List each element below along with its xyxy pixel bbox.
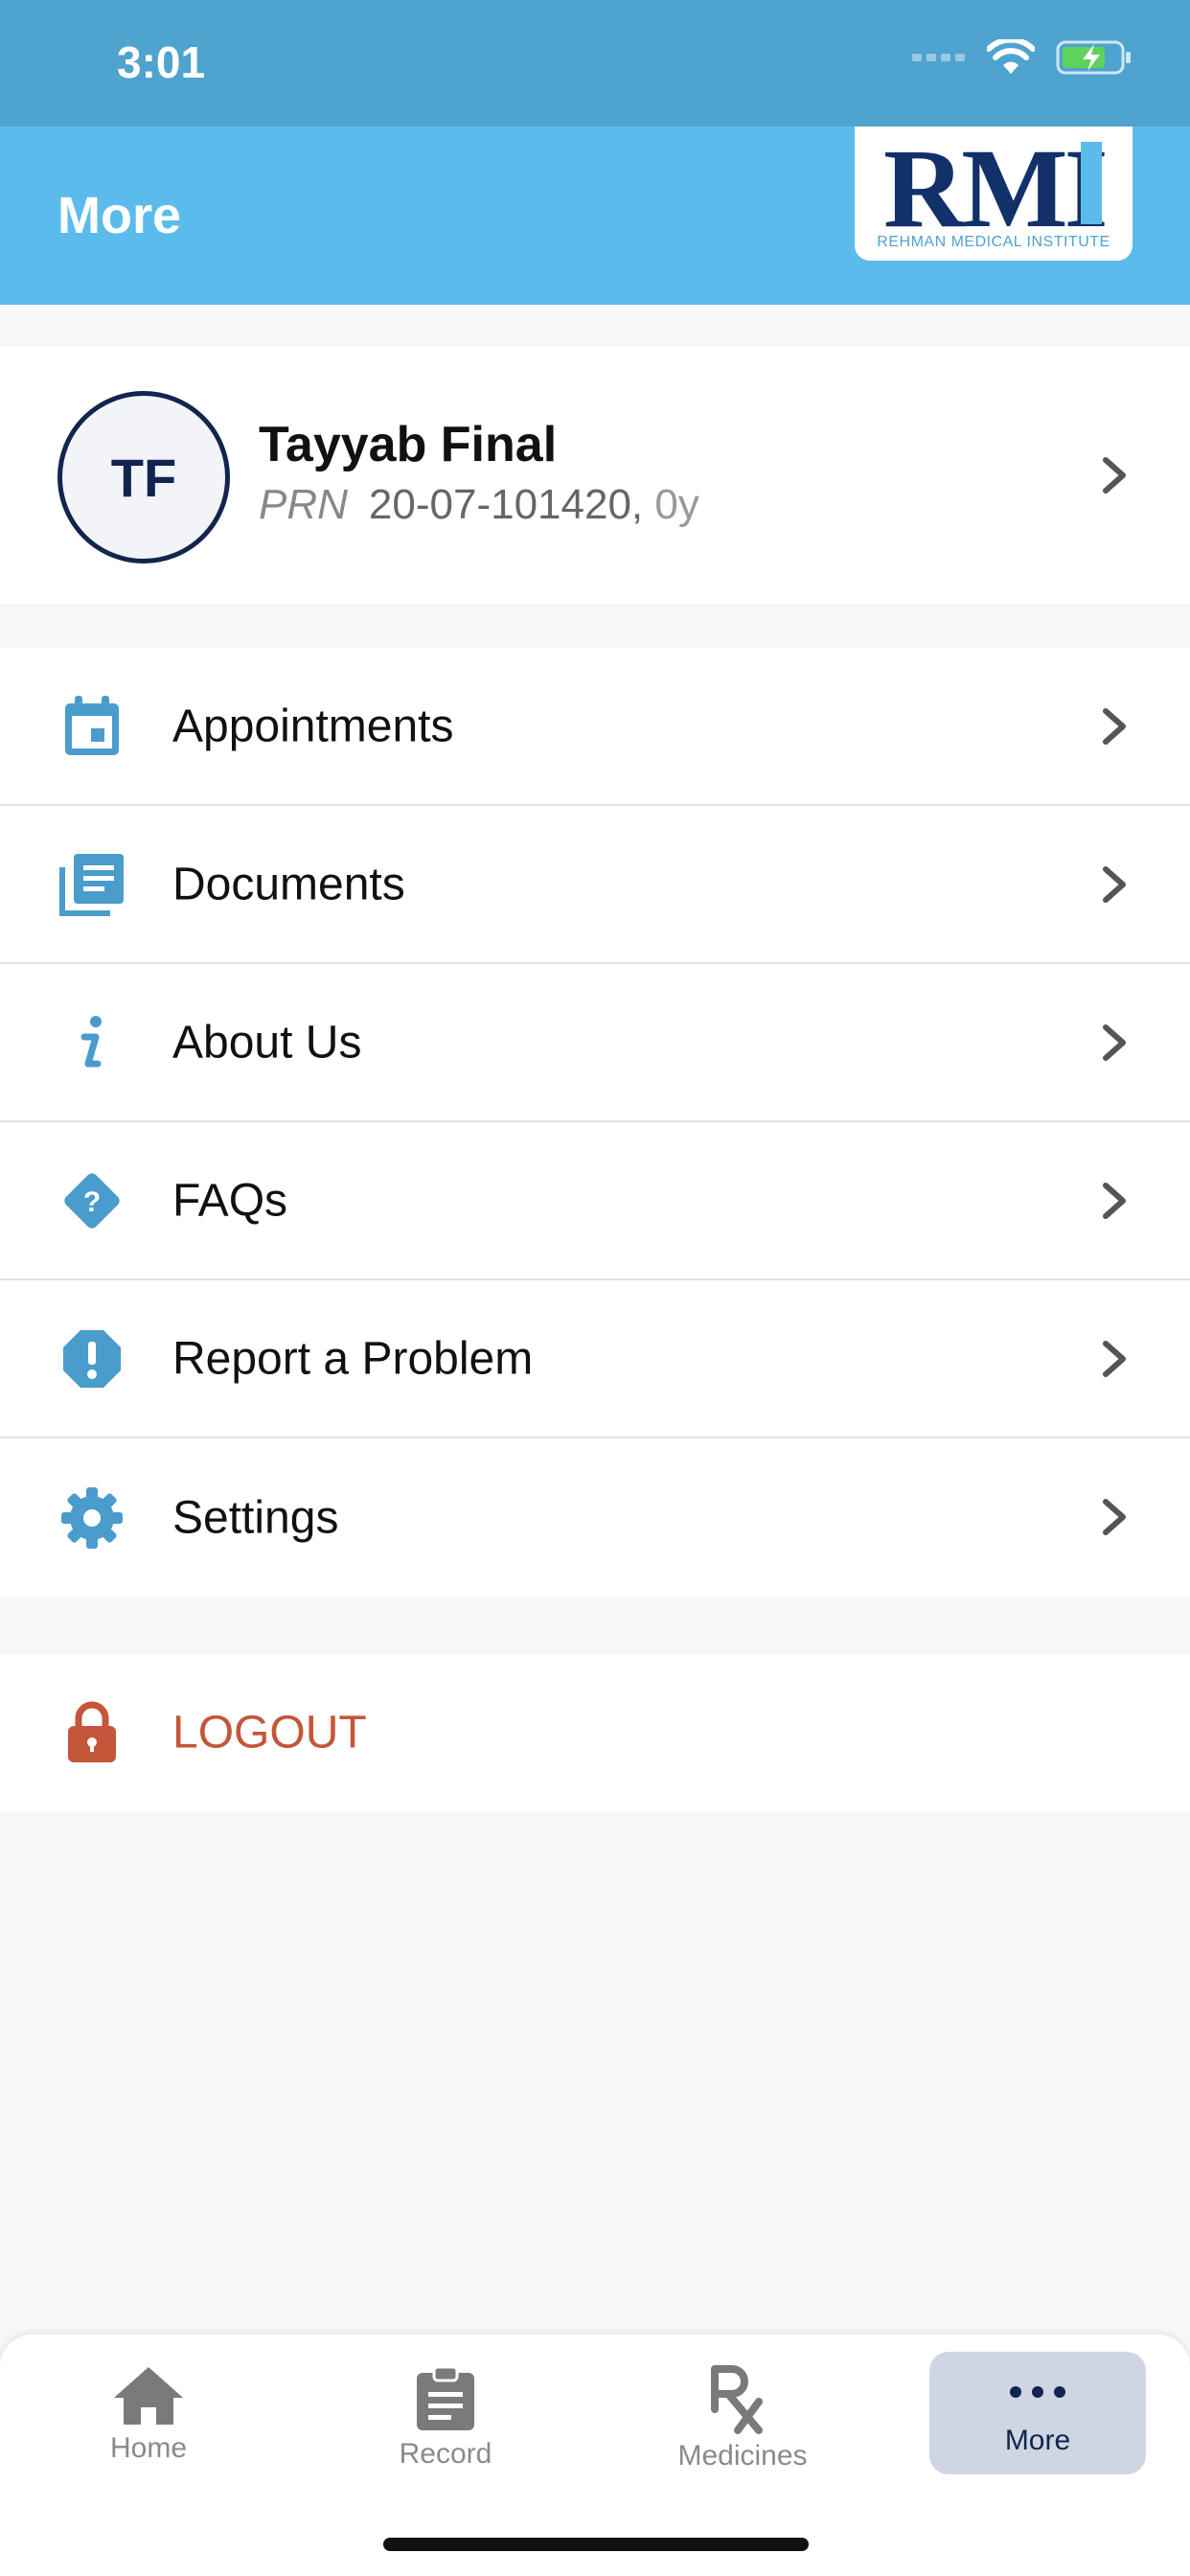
menu-item-label: FAQs <box>172 1175 288 1226</box>
info-icon <box>57 1008 126 1077</box>
menu-list: Appointments Documents About Us ? FAQs R… <box>0 648 1190 1597</box>
status-icons <box>912 38 1133 77</box>
documents-icon <box>57 850 126 919</box>
battery-charging-icon <box>1056 40 1131 75</box>
menu-item-settings[interactable]: Settings <box>0 1438 1190 1597</box>
chevron-right-icon <box>1103 1341 1126 1377</box>
prn-label: PRN <box>259 481 348 528</box>
menu-item-appointments[interactable]: Appointments <box>0 648 1190 806</box>
tab-medicines[interactable]: Medicines <box>634 2352 851 2474</box>
menu-item-label: Documents <box>172 859 405 909</box>
logout-button[interactable]: LOGOUT <box>0 1654 1190 1811</box>
logout-label: LOGOUT <box>172 1707 367 1759</box>
gear-icon <box>57 1484 126 1552</box>
menu-item-label: Settings <box>172 1492 339 1543</box>
logo-subtitle: REHMAN MEDICAL INSTITUTE <box>877 234 1110 250</box>
profile-meta: PRN 20-07-101420, 0y <box>259 481 699 529</box>
tab-more[interactable]: More <box>929 2352 1146 2474</box>
rx-icon <box>711 2365 763 2434</box>
menu-item-faqs[interactable]: ? FAQs <box>0 1122 1190 1280</box>
menu-item-documents[interactable]: Documents <box>0 806 1190 964</box>
patient-age: 0y <box>654 481 699 528</box>
clipboard-icon <box>417 2365 474 2430</box>
chevron-right-icon <box>1103 457 1126 494</box>
app-header: More RMI REHMAN MEDICAL INSTITUTE <box>0 126 1190 305</box>
menu-item-report-problem[interactable]: Report a Problem <box>0 1280 1190 1438</box>
calendar-icon <box>57 692 126 761</box>
menu-item-about-us[interactable]: About Us <box>0 964 1190 1122</box>
chevron-right-icon <box>1103 1499 1126 1535</box>
tab-label: Medicines <box>677 2440 808 2472</box>
profile-name: Tayyab Final <box>259 417 558 472</box>
chevron-right-icon <box>1103 866 1126 903</box>
page-title: More <box>57 187 182 244</box>
status-time: 3:01 <box>117 37 206 87</box>
more-dots-icon <box>1010 2386 1065 2398</box>
svg-text:?: ? <box>83 1186 101 1218</box>
avatar-initials: TF <box>110 447 177 508</box>
tab-label: Home <box>109 2432 188 2464</box>
tab-label: More <box>1004 2425 1071 2456</box>
lock-icon <box>57 1698 126 1767</box>
chevron-right-icon <box>1103 708 1126 745</box>
menu-item-label: About Us <box>172 1017 362 1068</box>
tab-label: Record <box>399 2438 492 2470</box>
menu-item-label: Report a Problem <box>172 1333 534 1384</box>
rmi-logo: RMI REHMAN MEDICAL INSTITUTE <box>855 126 1133 261</box>
avatar: TF <box>57 391 230 564</box>
logo-mark: RMI <box>883 126 1109 251</box>
tab-home[interactable]: Home <box>40 2352 257 2474</box>
chevron-right-icon <box>1103 1183 1126 1219</box>
menu-item-label: Appointments <box>172 701 454 751</box>
signal-icon <box>912 54 965 61</box>
tab-record[interactable]: Record <box>337 2352 554 2474</box>
status-bar: 3:01 <box>0 0 1190 126</box>
prn-value: 20-07-101420, <box>368 481 644 528</box>
home-indicator <box>383 2538 809 2551</box>
alert-icon <box>57 1324 126 1393</box>
logo-accent-bar <box>1081 142 1102 224</box>
profile-card[interactable]: TF Tayyab Final PRN 20-07-101420, 0y <box>0 347 1190 604</box>
home-icon <box>114 2367 183 2425</box>
question-icon: ? <box>57 1166 126 1235</box>
chevron-right-icon <box>1103 1024 1126 1061</box>
wifi-icon <box>987 39 1035 74</box>
